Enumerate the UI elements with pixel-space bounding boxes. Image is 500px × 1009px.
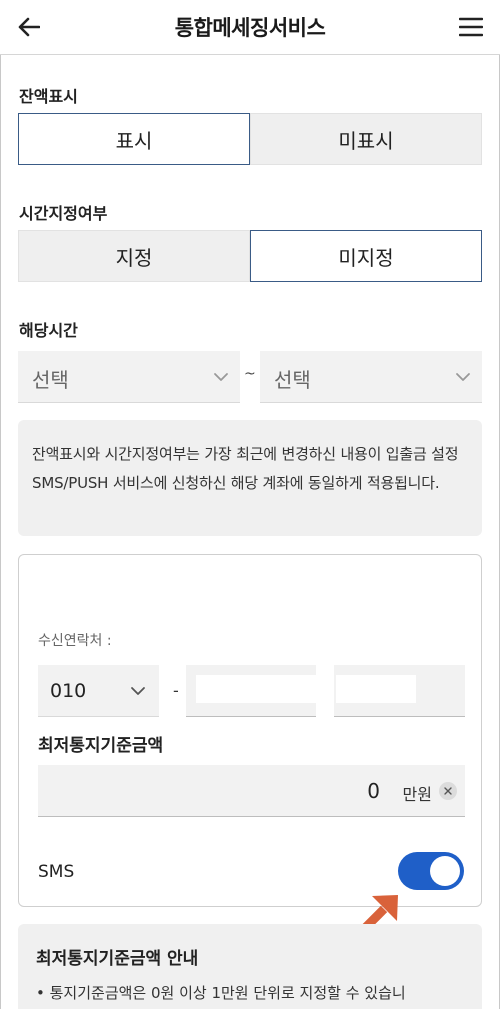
clear-button[interactable] (439, 782, 457, 800)
min-amount-label: 최저통지기준금액 (38, 736, 164, 756)
page-title: 통합메세징서비스 (174, 16, 326, 40)
min-amount-guide: 최저통지기준금액 안내 • 통지기준금액은 0원 이상 1만원 단위로 지정할 … (18, 924, 482, 1009)
time-setting-label: 시간지정여부 (19, 204, 108, 223)
phone-middle-field[interactable] (186, 665, 316, 717)
time-setting-toggle: 지정 미지정 (18, 230, 482, 282)
guide-title: 최저통지기준금액 안내 (36, 949, 199, 969)
sms-toggle[interactable] (398, 852, 464, 890)
balance-show-button[interactable]: 표시 (18, 113, 250, 165)
amount-value: 0 (367, 779, 380, 803)
contact-label: 수신연락처 : (38, 633, 112, 649)
chevron-down-icon (456, 373, 470, 381)
info-notice: 잔액표시와 시간지정여부는 가장 최근에 변경하신 내용이 입출금 설정 SMS… (18, 420, 482, 536)
masked-value (196, 675, 316, 703)
chevron-down-icon (214, 373, 228, 381)
time-range-label: 해당시간 (19, 321, 78, 340)
time-unset-button[interactable]: 미지정 (250, 230, 482, 282)
phone-separator: - (173, 681, 179, 700)
start-time-value: 선택 (32, 368, 69, 392)
close-icon (444, 787, 452, 795)
time-set-button[interactable]: 지정 (18, 230, 250, 282)
phone-prefix-select[interactable]: 010 (38, 665, 159, 717)
notification-card: 수신연락처 : 010 - 최저통지기준금액 0 만원 SMS (18, 554, 482, 907)
chevron-down-icon (131, 687, 145, 695)
menu-button[interactable] (454, 10, 488, 44)
start-time-select[interactable]: 선택 (18, 351, 240, 403)
balance-display-label: 잔액표시 (19, 87, 78, 106)
sms-label: SMS (38, 862, 75, 882)
end-time-value: 선택 (274, 368, 311, 392)
end-time-select[interactable]: 선택 (260, 351, 482, 403)
min-amount-input[interactable]: 0 만원 (38, 765, 465, 817)
amount-unit: 만원 (402, 785, 432, 804)
app-header: 통합메세징서비스 (0, 0, 500, 55)
phone-prefix-value: 010 (50, 680, 87, 702)
masked-value (336, 675, 416, 703)
balance-hide-button[interactable]: 미표시 (250, 113, 482, 165)
balance-display-toggle: 표시 미표시 (18, 113, 482, 165)
phone-last-field[interactable] (334, 665, 465, 717)
toggle-knob (430, 856, 460, 886)
hamburger-menu-icon (459, 17, 483, 37)
guide-bullet: • 통지기준금액은 0원 이상 1만원 단위로 지정할 수 있습니 (36, 984, 406, 1002)
time-range-separator: ~ (244, 366, 256, 382)
